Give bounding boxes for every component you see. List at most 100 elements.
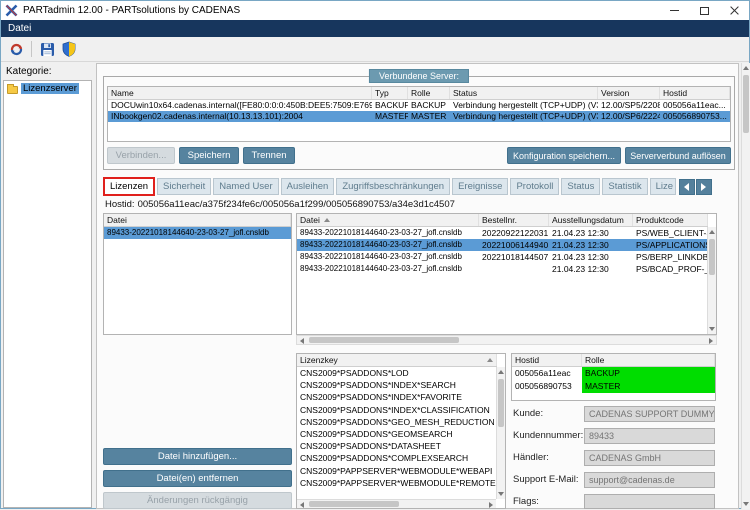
col-ausstellungsdatum[interactable]: Ausstellungsdatum	[549, 214, 633, 226]
lizenzkey-horizontal-scrollbar[interactable]	[297, 499, 496, 508]
scroll-down-icon[interactable]	[743, 502, 749, 506]
cell: 89433-20221018144640-23-03-27_jofl.cnsld…	[300, 252, 462, 261]
scroll-up-icon[interactable]	[743, 66, 749, 70]
lizenzkey-item[interactable]: CNS2009*PAPPSERVER*WEBMODULE*WEBAPI	[297, 465, 497, 477]
connect-server-button[interactable]	[5, 38, 27, 60]
lizenzkey-item[interactable]: CNS2009*PSADDONS*COMPLEXSEARCH	[297, 452, 497, 464]
scroll-right-icon[interactable]	[489, 501, 493, 508]
license-row[interactable]: 89433-20221018144640-23-03-27_jofl.cnsld…	[297, 251, 708, 263]
lizenzkey-item[interactable]: CNS2009*PSADDONS*DATASHEET	[297, 440, 497, 452]
main-vertical-scrollbar[interactable]	[741, 63, 750, 509]
serververbund-aufloesen-button[interactable]: Serververbund auflösen	[625, 147, 731, 164]
scroll-down-icon[interactable]	[709, 327, 715, 331]
col-bestellnr[interactable]: Bestellnr.	[479, 214, 549, 226]
scrollbar-thumb[interactable]	[309, 501, 399, 507]
tab-ausleihen[interactable]: Ausleihen	[280, 178, 335, 195]
col-status[interactable]: Status	[450, 87, 598, 99]
tab-scroll-right-button[interactable]	[695, 178, 712, 195]
lizenzkey-vertical-scrollbar[interactable]	[496, 367, 505, 499]
server-row-selected[interactable]: INbookgen02.cadenas.internal(10.13.13.10…	[108, 111, 730, 122]
tab-zugriffsbeschraenkungen[interactable]: Zugriffsbeschränkungen	[336, 178, 451, 195]
toolbar	[1, 37, 749, 62]
aenderungen-rueckgaengig-button[interactable]: Änderungen rückgängig	[103, 492, 292, 509]
col-hostid[interactable]: Hostid	[660, 87, 730, 99]
scrollbar-thumb[interactable]	[309, 337, 459, 343]
col-datei[interactable]: Datei	[104, 214, 291, 226]
tab-protokoll[interactable]: Protokoll	[510, 178, 560, 195]
tab-status[interactable]: Status	[561, 178, 601, 195]
col-rolle[interactable]: Rolle	[582, 354, 715, 366]
verbinden-button[interactable]: Verbinden...	[107, 147, 175, 164]
save-button[interactable]	[36, 38, 58, 60]
license-row[interactable]: 89433-20221018144640-23-03-27_jofl.cnsld…	[297, 227, 708, 239]
maximize-button[interactable]	[689, 1, 719, 20]
sort-asc-icon	[487, 358, 493, 362]
tab-statistik[interactable]: Statistik	[602, 178, 648, 195]
col-produktcode[interactable]: Produktcode	[633, 214, 708, 226]
col-typ[interactable]: Typ	[372, 87, 408, 99]
connect-icon	[10, 43, 22, 55]
role-row[interactable]: 005056a11eac BACKUP	[512, 367, 715, 380]
minimize-button[interactable]	[659, 1, 689, 20]
flags-label: Flags:	[513, 496, 539, 507]
scrollbar-thumb[interactable]	[498, 379, 504, 427]
tab-lizenz-truncated[interactable]: Lize	[649, 178, 676, 195]
kundennummer-label: Kundennummer:	[513, 430, 584, 441]
menu-datei[interactable]: Datei	[1, 20, 38, 37]
admin-mode-button[interactable]	[58, 38, 80, 60]
scrollbar-thumb[interactable]	[709, 239, 715, 275]
col-version[interactable]: Version	[598, 87, 660, 99]
lizenzkey-item[interactable]: CNS2009*PSADDONS*GEOMSEARCH	[297, 428, 497, 440]
haendler-label: Händler:	[513, 452, 549, 463]
scrollbar-thumb[interactable]	[743, 75, 749, 133]
lizenzkey-item[interactable]: CNS2009*PSADDONS*INDEX*SEARCH	[297, 379, 497, 391]
server-group-title: Verbundene Server:	[368, 69, 470, 83]
scroll-left-icon[interactable]	[300, 501, 304, 508]
minimize-icon	[669, 10, 679, 11]
col-datei[interactable]: Datei	[297, 214, 479, 226]
tab-named-user[interactable]: Named User	[213, 178, 279, 195]
scroll-up-icon[interactable]	[709, 230, 715, 234]
trennen-button[interactable]: Trennen	[243, 147, 295, 164]
tab-scroll-left-button[interactable]	[678, 178, 695, 195]
col-rolle[interactable]: Rolle	[408, 87, 450, 99]
speichern-button[interactable]: Speichern	[179, 147, 239, 164]
col-hostid[interactable]: Hostid	[512, 354, 582, 366]
license-table-header: Datei Bestellnr. Ausstellungsdatum Produ…	[297, 214, 708, 227]
folder-icon	[7, 83, 18, 94]
cell: 89433-20221018144640-23-03-27_jofl.cnsld…	[300, 240, 462, 249]
konfiguration-speichern-button[interactable]: Konfiguration speichern...	[507, 147, 621, 164]
server-row[interactable]: DOCUwin10x64.cadenas.internal([FE80:0:0:…	[108, 100, 730, 111]
tree-item-lizenzserver[interactable]: Lizenzserver	[4, 81, 91, 96]
scroll-up-icon[interactable]	[498, 370, 504, 374]
scroll-left-icon[interactable]	[300, 338, 304, 344]
datei-hinzufuegen-button[interactable]: Datei hinzufügen...	[103, 448, 292, 465]
tab-lizenzen[interactable]: Lizenzen	[103, 177, 156, 196]
scroll-right-icon[interactable]	[709, 338, 713, 344]
lizenzkey-item[interactable]: CNS2009*PAPPSERVER*WEBMODULE*REMOTEFILES…	[297, 477, 497, 489]
cell: 21.04.23 12:30	[552, 240, 609, 250]
tab-sicherheit[interactable]: Sicherheit	[157, 178, 212, 195]
license-vertical-scrollbar[interactable]	[707, 227, 716, 334]
tab-ereignisse[interactable]: Ereignisse	[452, 178, 509, 195]
license-horizontal-scrollbar[interactable]	[296, 335, 717, 345]
cell: BACKUP	[375, 100, 408, 110]
hostid-label: Hostid:	[105, 199, 135, 210]
role-row[interactable]: 005056890753 MASTER	[512, 380, 715, 393]
cell: DOCUwin10x64.cadenas.internal([FE80:0:0:…	[111, 100, 372, 110]
lizenzkey-item[interactable]: CNS2009*PSADDONS*INDEX*FAVORITE	[297, 391, 497, 403]
close-button[interactable]	[719, 1, 749, 20]
scroll-down-icon[interactable]	[498, 492, 504, 496]
license-row-selected[interactable]: 89433-20221018144640-23-03-27_jofl.cnsld…	[297, 239, 708, 251]
lizenzkey-item[interactable]: CNS2009*PSADDONS*LOD	[297, 367, 497, 379]
col-lizenzkey[interactable]: Lizenzkey	[297, 354, 497, 366]
file-row-selected[interactable]: 89433-20221018144640-23-03-27_jofl.cnsld…	[104, 227, 291, 239]
lizenzkey-item[interactable]: CNS2009*PSADDONS*GEO_MESH_REDUCTION	[297, 416, 497, 428]
license-row[interactable]: 89433-20221018144640-23-03-27_jofl.cnsld…	[297, 263, 708, 275]
datei-entfernen-button[interactable]: Datei(en) entfernen	[103, 470, 292, 487]
col-name[interactable]: Name	[108, 87, 372, 99]
lizenzkey-item[interactable]: CNS2009*PSADDONS*INDEX*CLASSIFICATION	[297, 404, 497, 416]
server-table: Name Typ Rolle Status Version Hostid DOC…	[107, 86, 731, 142]
kategorie-label: Kategorie:	[6, 66, 52, 77]
cell: CNS2009*PSADDONS*INDEX*SEARCH	[300, 380, 456, 391]
